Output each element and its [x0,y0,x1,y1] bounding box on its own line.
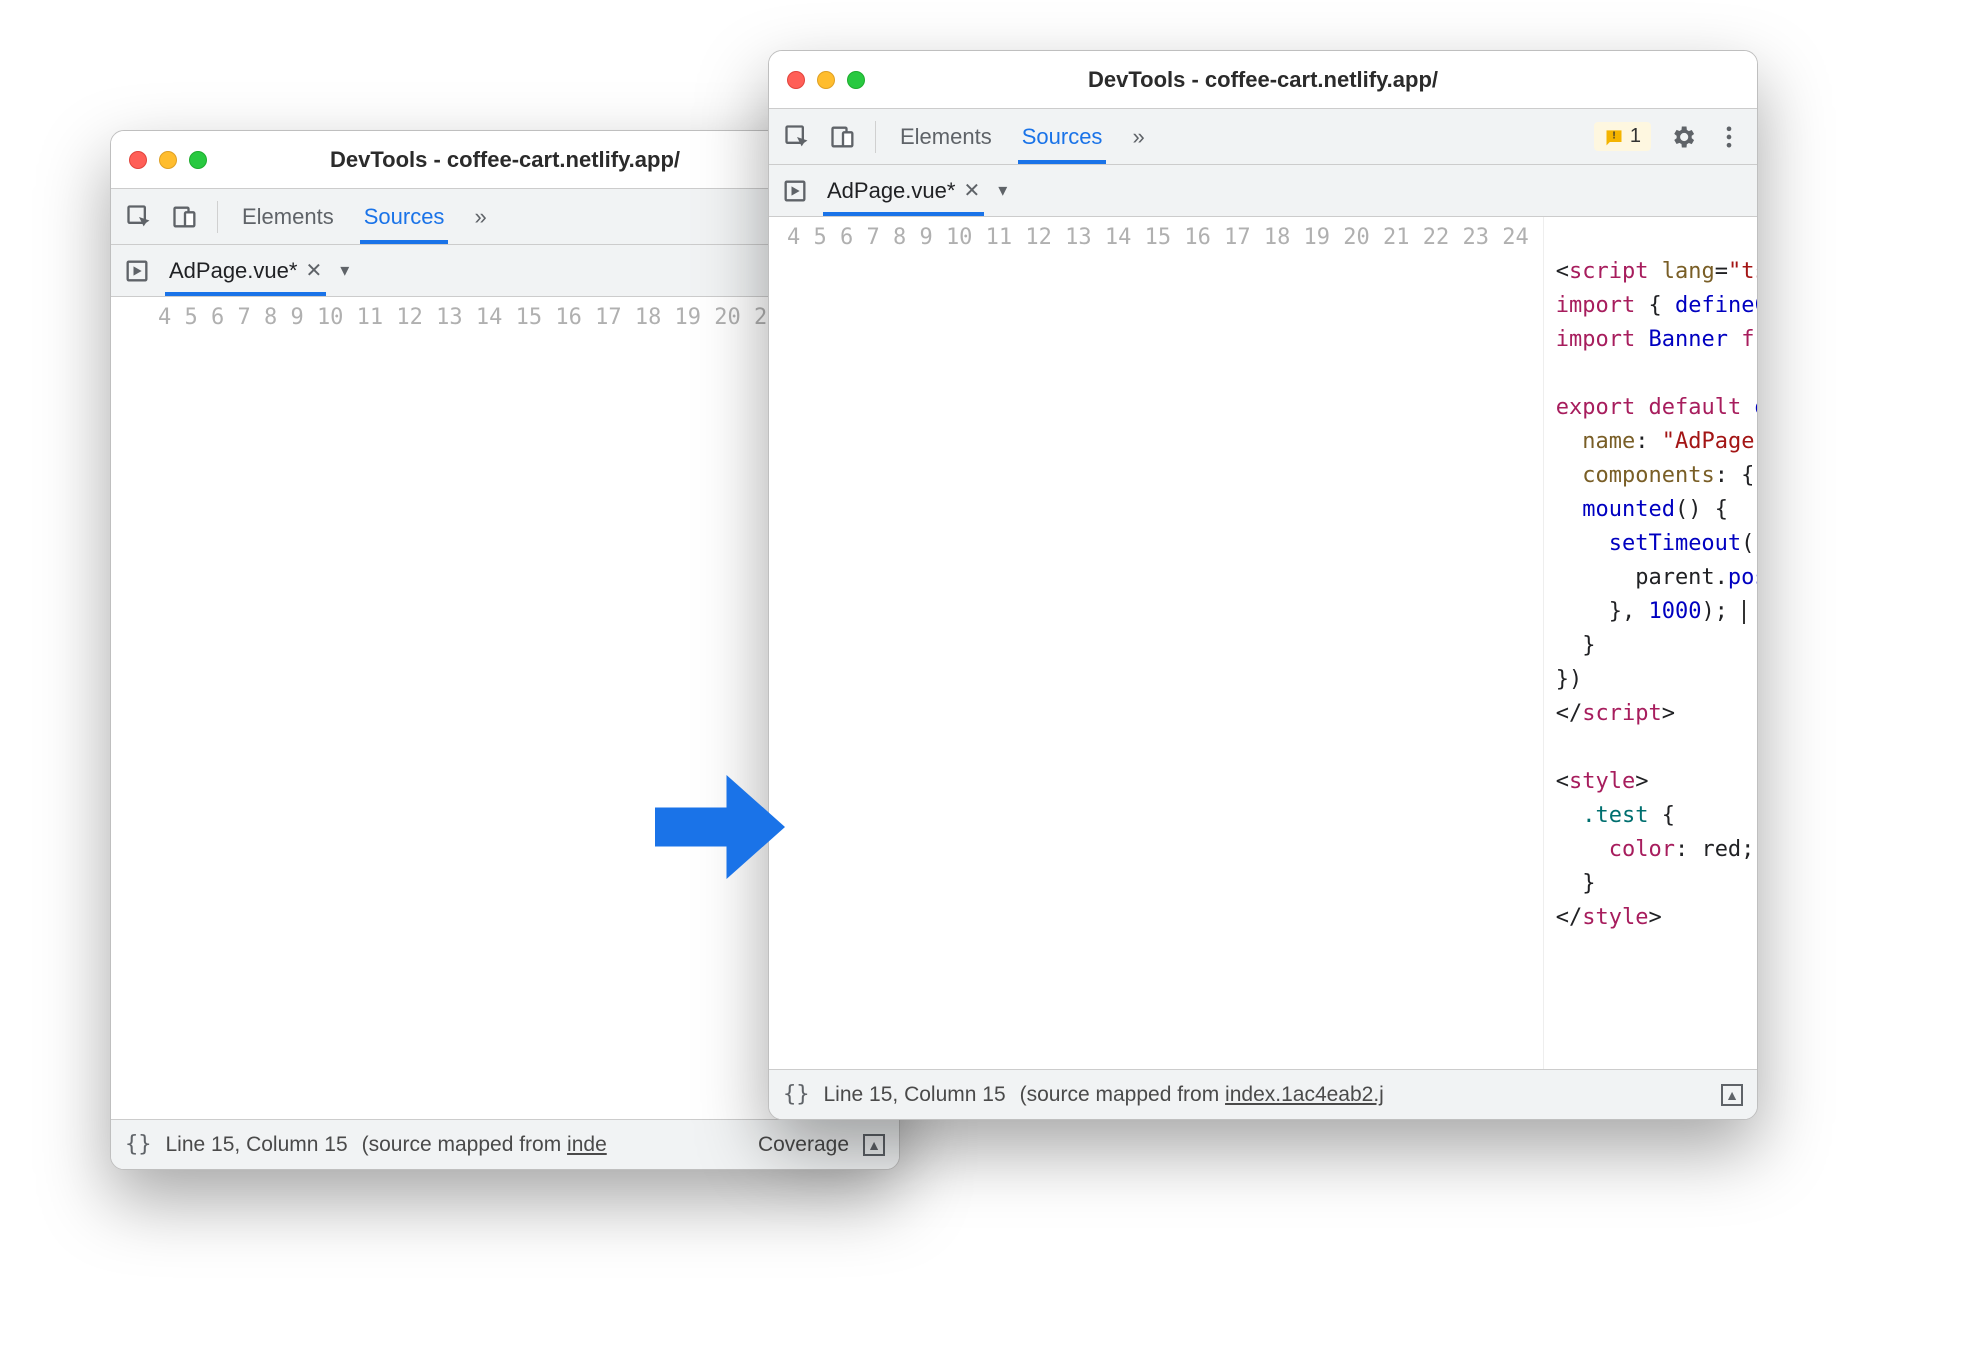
issues-count: 1 [1630,125,1641,148]
tab-sources[interactable]: Sources [358,189,451,244]
line-gutter: 4 5 6 7 8 9 10 11 12 13 14 15 16 17 18 1… [111,297,875,1119]
devtools-toolbar: Elements Sources » ! 1 [769,109,1757,165]
source-map-link[interactable]: inde [567,1133,607,1156]
zoom-window-button[interactable] [847,71,865,89]
separator [217,201,218,233]
cursor-position: Line 15, Column 15 [824,1083,1006,1107]
titlebar: DevTools - coffee-cart.netlify.app/ [769,51,1757,109]
file-tab-adpage[interactable]: AdPage.vue* ✕ [823,165,984,216]
close-tab-icon[interactable]: ✕ [305,258,322,283]
status-bar: {} Line 15, Column 15 (source mapped fro… [111,1119,899,1169]
file-tab-row: AdPage.vue* ✕ ▾ [769,165,1757,217]
inspect-icon[interactable] [783,123,811,151]
pretty-print-icon[interactable]: {} [783,1082,810,1107]
device-toggle-icon[interactable] [829,123,857,151]
status-mapped: (source mapped from inde [362,1133,607,1157]
settings-gear-icon[interactable] [1669,123,1697,151]
more-tabs-icon[interactable]: ▾ [340,260,349,281]
issues-badge[interactable]: ! 1 [1594,122,1651,151]
coverage-label[interactable]: Coverage [758,1133,849,1157]
tab-sources[interactable]: Sources [1016,109,1109,164]
show-navigator-icon[interactable] [781,177,809,205]
status-bar: {} Line 15, Column 15 (source mapped fro… [769,1069,1757,1119]
tabs-overflow[interactable]: » [1126,109,1150,164]
close-tab-icon[interactable]: ✕ [963,178,980,203]
file-tab-label: AdPage.vue* [169,258,297,284]
show-navigator-icon[interactable] [123,257,151,285]
line-gutter: 4 5 6 7 8 9 10 11 12 13 14 15 16 17 18 1… [769,217,1544,1069]
traffic-lights [129,151,207,169]
svg-text:!: ! [1612,130,1615,141]
kebab-menu-icon[interactable] [1715,123,1743,151]
pretty-print-icon[interactable]: {} [125,1132,152,1157]
close-window-button[interactable] [787,71,805,89]
separator [875,121,876,153]
cursor-position: Line 15, Column 15 [166,1133,348,1157]
file-tab-adpage[interactable]: AdPage.vue* ✕ [165,245,326,296]
minimize-window-button[interactable] [817,71,835,89]
code-editor[interactable]: 4 5 6 7 8 9 10 11 12 13 14 15 16 17 18 1… [769,217,1757,1069]
more-tabs-icon[interactable]: ▾ [998,180,1007,201]
inspect-icon[interactable] [125,203,153,231]
window-title: DevTools - coffee-cart.netlify.app/ [769,67,1757,93]
tab-elements[interactable]: Elements [894,109,998,164]
minimize-window-button[interactable] [159,151,177,169]
tabs-overflow[interactable]: » [468,189,492,244]
transition-arrow-icon [655,775,785,885]
devtools-window-right: DevTools - coffee-cart.netlify.app/ Elem… [768,50,1758,1120]
device-toggle-icon[interactable] [171,203,199,231]
coverage-expand-icon[interactable]: ▲ [863,1134,885,1156]
file-tab-label: AdPage.vue* [827,178,955,204]
zoom-window-button[interactable] [189,151,207,169]
close-window-button[interactable] [129,151,147,169]
tab-elements[interactable]: Elements [236,189,340,244]
expand-icon[interactable]: ▲ [1721,1084,1743,1106]
source-map-link[interactable]: index.1ac4eab2.j [1225,1083,1384,1106]
code-content[interactable]: <script lang="ts"> import { defineCompon… [1544,217,1757,1069]
status-mapped: (source mapped from index.1ac4eab2.j [1020,1083,1384,1107]
traffic-lights [787,71,865,89]
